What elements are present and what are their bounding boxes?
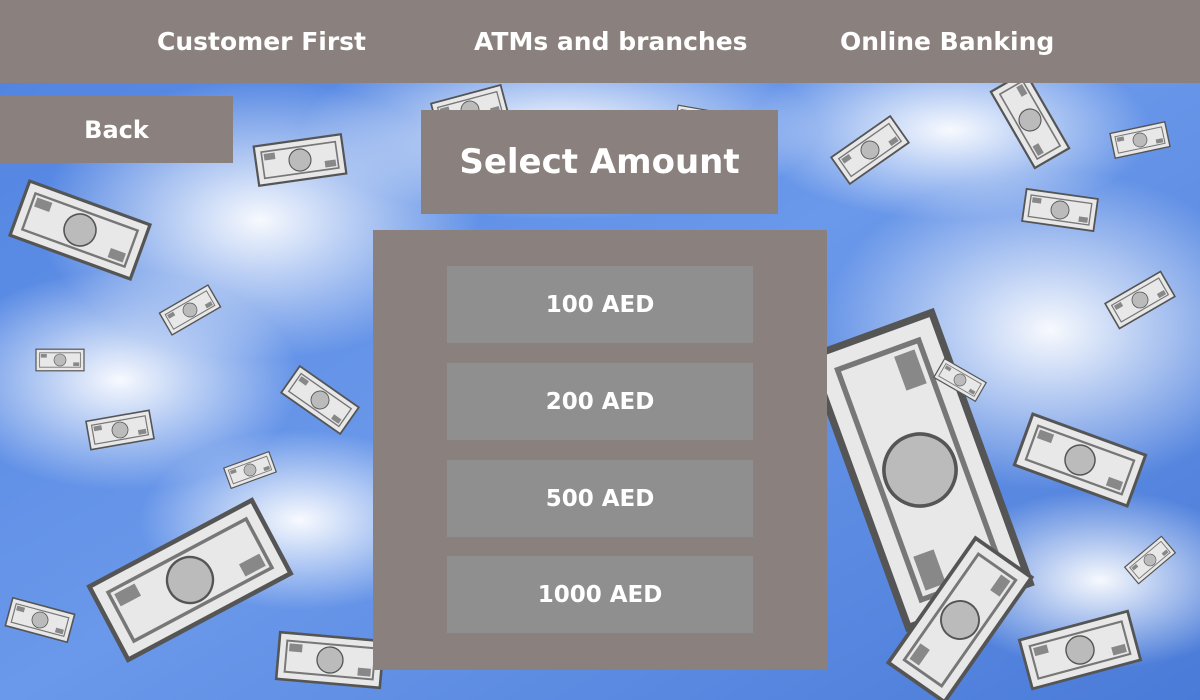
amount-button-200[interactable]: 200 AED <box>447 363 753 440</box>
back-button-label: Back <box>84 115 149 144</box>
nav-customer-first[interactable]: Customer First <box>157 0 366 83</box>
amount-button-500[interactable]: 500 AED <box>447 460 753 537</box>
nav-atms-and-branches[interactable]: ATMs and branches <box>474 0 748 83</box>
amount-panel: 100 AED 200 AED 500 AED 1000 AED <box>373 230 827 670</box>
amount-label: 500 AED <box>545 485 655 512</box>
atm-screen: Customer First ATMs and branches Online … <box>0 0 1200 700</box>
back-button[interactable]: Back <box>0 96 233 163</box>
nav-online-banking[interactable]: Online Banking <box>840 0 1054 83</box>
amount-button-100[interactable]: 100 AED <box>447 266 753 343</box>
top-nav-bar: Customer First ATMs and branches Online … <box>0 0 1200 83</box>
amount-label: 1000 AED <box>537 581 663 608</box>
page-title: Select Amount <box>459 142 740 182</box>
amount-label: 100 AED <box>545 291 655 318</box>
amount-label: 200 AED <box>545 388 655 415</box>
page-title-box: Select Amount <box>421 110 778 214</box>
amount-button-1000[interactable]: 1000 AED <box>447 556 753 633</box>
